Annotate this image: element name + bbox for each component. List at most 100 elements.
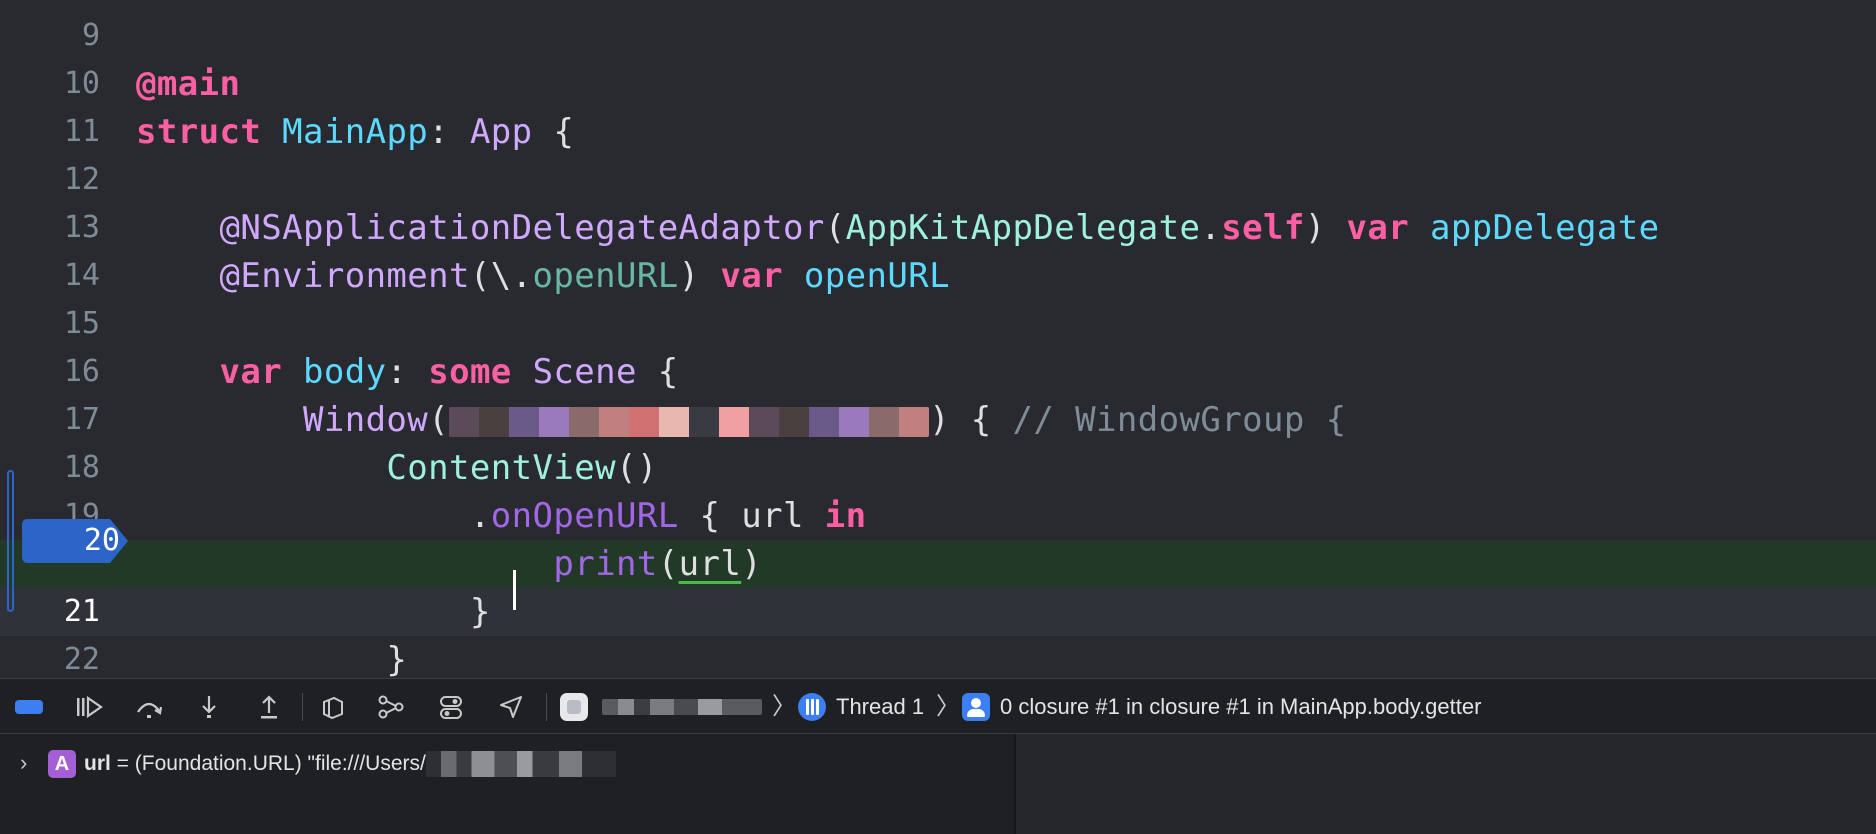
line-number[interactable]: 14: [0, 252, 100, 300]
toolbar-separator: [546, 693, 547, 721]
code-text[interactable]: print(url): [136, 540, 762, 588]
line-number[interactable]: 13: [0, 204, 100, 252]
variable-value-redacted: [425, 751, 616, 778]
code-token: some: [428, 352, 533, 392]
code-line-19[interactable]: 19 .onOpenURL { url in: [0, 492, 1876, 540]
code-text[interactable]: Window() { // WindowGroup {: [136, 396, 1346, 444]
code-token: Window: [136, 400, 429, 440]
line-number[interactable]: 15: [0, 300, 100, 348]
step-out-icon[interactable]: [252, 691, 286, 723]
code-text[interactable]: @main: [136, 60, 240, 108]
code-token: appDelegate: [1429, 208, 1660, 248]
code-text[interactable]: }: [136, 588, 491, 636]
code-token: :: [386, 352, 429, 392]
code-token: .: [1200, 208, 1222, 248]
code-token: App: [469, 112, 533, 152]
code-line-13[interactable]: 13 @NSApplicationDelegateAdaptor(AppKitA…: [0, 204, 1876, 252]
code-token: ): [741, 544, 763, 584]
code-token: onOpenURL: [490, 496, 679, 536]
variable-kind-badge: A: [48, 750, 76, 778]
code-token: ) {: [929, 400, 1013, 440]
environment-overrides-icon[interactable]: [434, 691, 468, 723]
code-line-10[interactable]: 10 @main: [0, 60, 1876, 108]
code-token: var: [1346, 208, 1430, 248]
code-text[interactable]: ContentView(): [136, 444, 658, 492]
code-line-18[interactable]: 18 ContentView(): [0, 444, 1876, 492]
code-token: }: [136, 592, 491, 632]
text-cursor: [513, 570, 516, 610]
line-number[interactable]: 11: [0, 108, 100, 156]
toolbar-separator: [302, 693, 303, 721]
line-number[interactable]: 10: [0, 60, 100, 108]
code-token: (: [428, 400, 450, 440]
breadcrumb-chevron-icon: 〉: [772, 693, 796, 720]
code-line-11[interactable]: 11 struct MainApp: App {: [0, 108, 1876, 156]
console-pane[interactable]: [1014, 734, 1876, 834]
disclosure-chevron-icon[interactable]: ›: [20, 748, 27, 778]
code-token: (\.: [469, 256, 533, 296]
code-line-12[interactable]: 12: [0, 156, 1876, 204]
line-number[interactable]: 17: [0, 396, 100, 444]
step-over-icon[interactable]: [132, 691, 166, 723]
line-number[interactable]: 18: [0, 444, 100, 492]
code-token: {: [532, 112, 575, 152]
code-line-16[interactable]: 16 var body: some Scene {: [0, 348, 1876, 396]
code-token: {: [636, 352, 679, 392]
code-text[interactable]: .onOpenURL { url in: [136, 492, 866, 540]
code-line-9[interactable]: 9: [0, 12, 1876, 60]
variable-row[interactable]: url = (Foundation.URL) "file:///Users/: [84, 748, 616, 780]
code-token: MainApp: [282, 112, 429, 152]
code-token: { url: [678, 496, 825, 536]
code-token: @Environment: [136, 256, 470, 296]
code-line-21[interactable]: 21 }: [0, 588, 1876, 636]
source-change-bar[interactable]: [7, 470, 14, 612]
code-text[interactable]: var body: some Scene {: [136, 348, 679, 396]
debug-area-toggle-icon[interactable]: [12, 691, 46, 723]
thread-breadcrumb[interactable]: Thread 1: [836, 693, 924, 721]
code-text[interactable]: struct MainApp: App {: [136, 108, 574, 156]
code-token: var: [136, 352, 303, 392]
code-line-17[interactable]: 17 Window() { // WindowGroup {: [0, 396, 1876, 444]
app-target-name-redacted[interactable]: [602, 699, 762, 715]
code-token: print: [136, 544, 658, 584]
app-target-icon[interactable]: [560, 693, 588, 721]
line-number[interactable]: 16: [0, 348, 100, 396]
code-line-14[interactable]: 14 @Environment(\.openURL) var openURL: [0, 252, 1876, 300]
code-token: AppKitAppDelegate: [845, 208, 1201, 248]
step-into-icon[interactable]: [192, 691, 226, 723]
stack-frame-breadcrumb[interactable]: 0 closure #1 in closure #1 in MainApp.bo…: [1000, 693, 1481, 721]
code-token: openURL: [532, 256, 679, 296]
code-editor[interactable]: 9 10 @main 11 struct MainApp: App {12 13 @NSA…: [0, 0, 1876, 678]
variable-value: "file:///Users/: [301, 752, 426, 775]
code-token: Scene: [532, 352, 637, 392]
simulate-location-icon[interactable]: [494, 691, 528, 723]
stack-frame-icon[interactable]: [962, 693, 990, 721]
code-text[interactable]: @NSApplicationDelegateAdaptor(AppKitAppD…: [136, 204, 1660, 252]
code-line-15[interactable]: 15: [0, 300, 1876, 348]
code-token: struct: [136, 112, 283, 152]
thread-icon[interactable]: [798, 693, 826, 721]
memory-graph-icon[interactable]: [374, 691, 408, 723]
code-line-20[interactable]: 20 print(url): [0, 540, 1876, 588]
code-text[interactable]: }: [136, 636, 407, 678]
code-token: self: [1221, 208, 1305, 248]
code-token: (: [657, 544, 679, 584]
code-token: @main: [136, 64, 241, 104]
line-number[interactable]: 22: [0, 636, 100, 678]
code-token: ): [678, 256, 721, 296]
breakpoint-marker[interactable]: 20: [22, 519, 128, 563]
code-token: openURL: [803, 256, 950, 296]
line-number[interactable]: 9: [0, 12, 100, 60]
continue-icon[interactable]: [72, 691, 106, 723]
code-token: }: [136, 640, 408, 678]
variable-type: (Foundation.URL): [134, 752, 302, 775]
code-token: var: [720, 256, 804, 296]
code-line-22[interactable]: 22 }: [0, 636, 1876, 678]
code-token: ): [1304, 208, 1347, 248]
code-token: :: [428, 112, 470, 152]
view-hierarchy-icon[interactable]: [316, 691, 350, 723]
line-number[interactable]: 12: [0, 156, 100, 204]
code-text[interactable]: @Environment(\.openURL) var openURL: [136, 252, 950, 300]
line-number[interactable]: 21: [0, 588, 100, 636]
breadcrumb-chevron-icon: 〉: [936, 693, 960, 720]
